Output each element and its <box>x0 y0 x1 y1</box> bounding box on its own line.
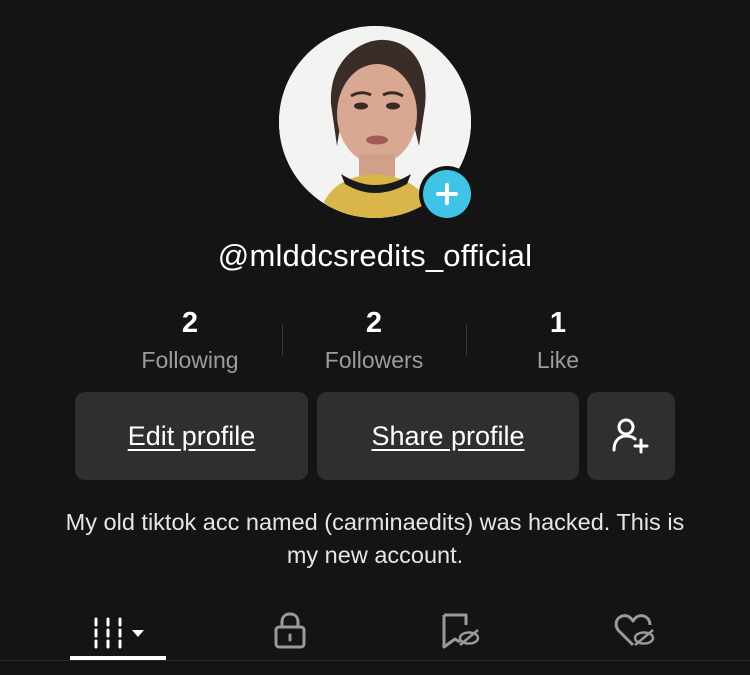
tab-private[interactable] <box>240 600 340 662</box>
add-friend-button[interactable] <box>587 392 675 480</box>
tab-saved[interactable] <box>410 600 510 662</box>
chevron-down-icon <box>132 630 144 637</box>
stat-likes-label: Like <box>536 347 580 373</box>
stat-followers[interactable]: 2 Followers <box>282 306 466 376</box>
tab-liked[interactable] <box>585 600 685 662</box>
stat-following-label: Following <box>141 347 239 373</box>
add-user-icon <box>612 418 649 454</box>
stat-following-value: 2 <box>181 307 199 339</box>
plus-icon <box>423 170 471 218</box>
stat-followers-value: 2 <box>365 307 383 339</box>
stat-likes[interactable]: 1 Like <box>466 306 650 376</box>
add-photo-button[interactable] <box>419 166 475 222</box>
profile-stats: 2 Following 2 Followers 1 Like <box>98 306 650 376</box>
tab-videos[interactable] <box>70 600 166 662</box>
stat-divider <box>282 324 283 356</box>
lock-icon <box>274 612 306 649</box>
stat-likes-value: 1 <box>549 307 567 339</box>
stat-following[interactable]: 2 Following <box>98 306 282 376</box>
tabs-divider <box>0 660 750 661</box>
share-profile-button[interactable]: Share profile <box>317 392 579 480</box>
heart-hidden-icon <box>614 614 655 647</box>
stat-followers-label: Followers <box>324 347 424 373</box>
stat-divider <box>466 324 467 356</box>
grid-icon <box>94 617 144 649</box>
username: @mlddcsredits_official <box>217 238 533 273</box>
profile-tabs <box>0 600 750 662</box>
edit-profile-button[interactable]: Edit profile <box>75 392 308 480</box>
profile-bio: My old tiktok acc named (carminaedits) w… <box>65 509 685 568</box>
bookmark-hidden-icon <box>442 613 480 649</box>
